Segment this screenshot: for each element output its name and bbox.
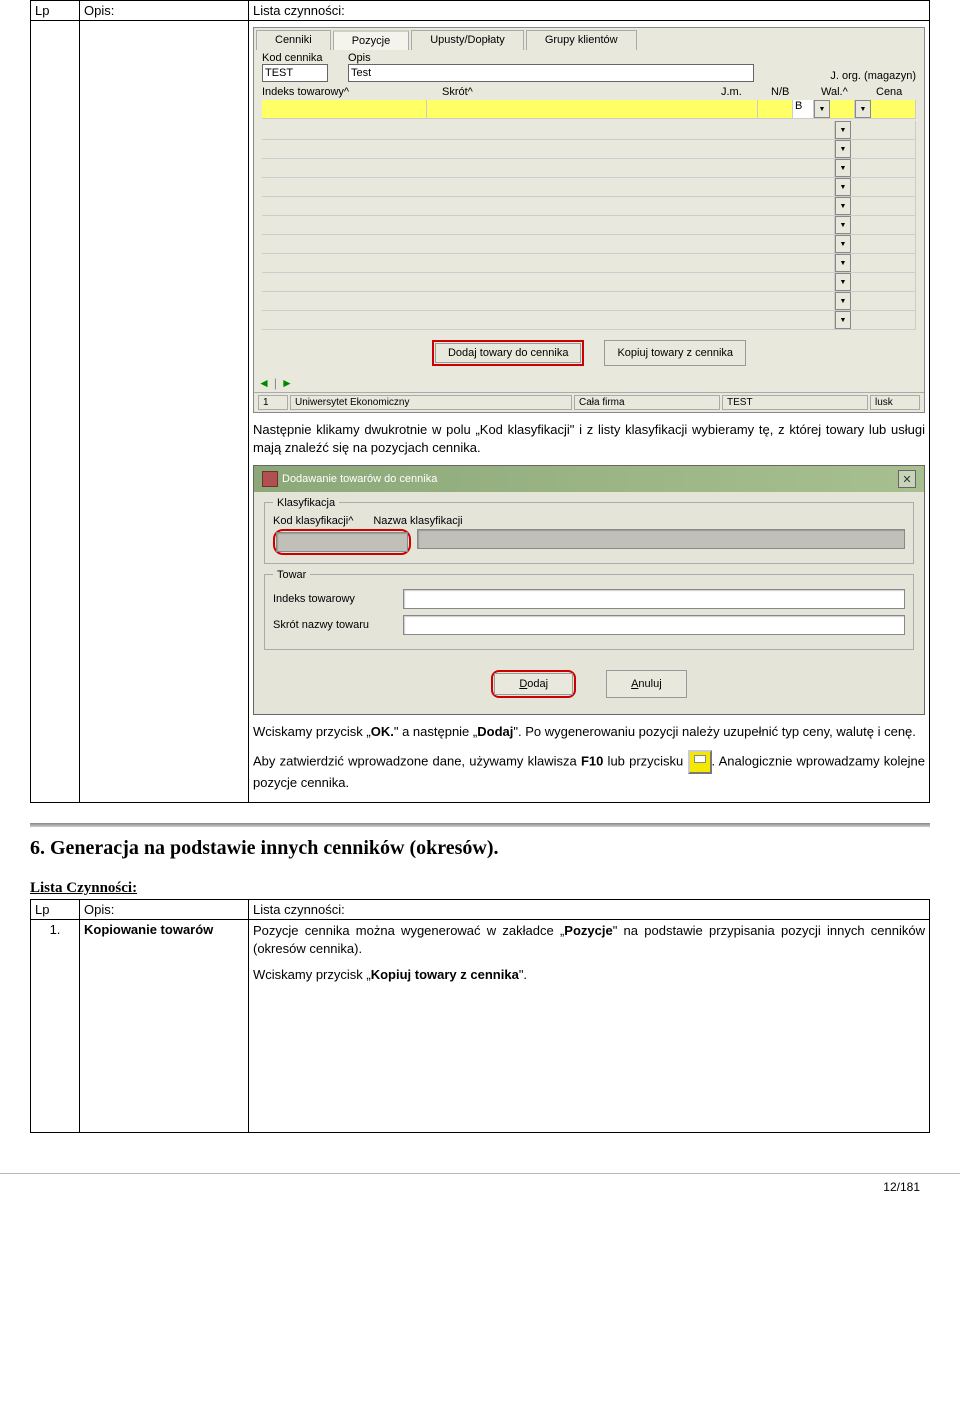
- dialog-title-text: Dodawanie towarów do cennika: [282, 473, 437, 485]
- nav-arrows: ◄ | ►: [254, 374, 924, 392]
- grid-row[interactable]: ▼: [262, 254, 916, 273]
- tab-bar: Cenniki Pozycje Upusty/Dopłaty Grupy kli…: [254, 28, 924, 50]
- status-scope: Cała firma: [574, 395, 720, 410]
- label-skrot-t: Skrót nazwy towaru: [273, 619, 393, 631]
- label-kod-klas: Kod klasyfikacji^: [273, 515, 353, 527]
- dropdown-nb[interactable]: ▼: [814, 100, 830, 118]
- section-divider: [30, 823, 930, 827]
- app-icon: [262, 471, 278, 487]
- cell-opis: [80, 21, 249, 803]
- dialog-dodawanie: Dodawanie towarów do cennika ✕ Klasyfika…: [253, 465, 925, 715]
- dropdown-icon[interactable]: ▼: [835, 254, 851, 272]
- nb-value: B: [795, 100, 802, 118]
- input-skrot-t[interactable]: [403, 615, 905, 635]
- grid-row[interactable]: ▼: [262, 235, 916, 254]
- input-kod-klas[interactable]: [276, 532, 408, 552]
- input-nazwa-klas[interactable]: [417, 529, 905, 549]
- input-opis[interactable]: [348, 64, 754, 82]
- status-firma: Uniwersytet Ekonomiczny: [290, 395, 572, 410]
- fieldset-towar: Towar Indeks towarowy Skrót nazwy towaru: [264, 574, 914, 650]
- dropdown-icon[interactable]: ▼: [835, 235, 851, 253]
- tab-pozycje[interactable]: Pozycje: [333, 30, 410, 50]
- para-f10: Aby zatwierdzić wprowadzone dane, używam…: [253, 750, 925, 792]
- label-nb: N/B: [771, 86, 801, 98]
- label-cena: Cena: [876, 86, 916, 98]
- instruction-table-2: Lp Opis: Lista czynności: 1. Kopiowanie …: [30, 899, 930, 1134]
- grid-row[interactable]: ▼: [262, 311, 916, 330]
- cell-content: Cenniki Pozycje Upusty/Dopłaty Grupy kli…: [249, 21, 930, 803]
- cell-content-2: Pozycje cennika można wygenerować w zakł…: [249, 919, 930, 1133]
- para-ok-dodaj: Wciskamy przycisk „OK." a następnie „Dod…: [253, 723, 925, 741]
- header-opis-2: Opis:: [80, 899, 249, 919]
- dialog-titlebar: Dodawanie towarów do cennika ✕: [254, 466, 924, 492]
- dropdown-icon[interactable]: ▼: [835, 292, 851, 310]
- screenshot-cennik: Cenniki Pozycje Upusty/Dopłaty Grupy kli…: [253, 27, 925, 413]
- grid-row-active[interactable]: B ▼ ▼: [262, 100, 916, 119]
- cell-lp: [31, 21, 80, 803]
- grid-row[interactable]: ▼: [262, 292, 916, 311]
- legend-towar: Towar: [273, 569, 310, 581]
- dodaj-button[interactable]: DDodajodaj: [494, 673, 573, 695]
- header-lp-2: Lp: [31, 899, 80, 919]
- nav-prev-icon[interactable]: ◄: [258, 376, 270, 390]
- header-opis: Opis:: [80, 1, 249, 21]
- label-jm: J.m.: [721, 86, 751, 98]
- lista-czynnosci-heading: Lista Czynności:: [30, 880, 930, 897]
- label-jorg: J. org. (magazyn): [830, 70, 916, 82]
- dropdown-icon[interactable]: ▼: [835, 311, 851, 329]
- tab-upusty[interactable]: Upusty/Dopłaty: [411, 30, 524, 50]
- kopiuj-towary-button[interactable]: Kopiuj towary z cennika: [604, 340, 746, 366]
- dodaj-towary-button[interactable]: Dodaj towary do cennika: [435, 343, 581, 363]
- input-indeks-t[interactable]: [403, 589, 905, 609]
- grid-row[interactable]: ▼: [262, 273, 916, 292]
- section-6-heading: 6. Generacja na podstawie innych cennikó…: [30, 837, 930, 860]
- label-wal: Wal.^: [821, 86, 856, 98]
- tab-grupy[interactable]: Grupy klientów: [526, 30, 637, 50]
- highlight-oval: [273, 529, 411, 555]
- grid-row[interactable]: ▼: [262, 216, 916, 235]
- dropdown-icon[interactable]: ▼: [835, 121, 851, 139]
- grid-row[interactable]: ▼: [262, 159, 916, 178]
- cell-opis-kopiowanie: Kopiowanie towarów: [80, 919, 249, 1133]
- grid-row[interactable]: ▼: [262, 197, 916, 216]
- label-indeks-t: Indeks towarowy: [273, 593, 393, 605]
- status-user: lusk: [870, 395, 920, 410]
- dropdown-wal[interactable]: ▼: [855, 100, 871, 118]
- dropdown-icon[interactable]: ▼: [835, 197, 851, 215]
- grid-row[interactable]: ▼: [262, 178, 916, 197]
- label-opis: Opis: [348, 52, 754, 64]
- nav-sep: |: [274, 376, 277, 390]
- cell-lp-1: 1.: [31, 919, 80, 1133]
- dropdown-icon[interactable]: ▼: [835, 273, 851, 291]
- dropdown-icon[interactable]: ▼: [835, 140, 851, 158]
- legend-klasyfikacja: Klasyfikacja: [273, 497, 339, 509]
- input-kod-cennika[interactable]: [262, 64, 328, 82]
- para-klikamy: Następnie klikamy dwukrotnie w polu „Kod…: [253, 421, 925, 457]
- label-skrot: Skrót^: [442, 86, 701, 98]
- page-footer: 12/181: [0, 1173, 960, 1200]
- highlight-box: Dodaj towary do cennika: [432, 340, 584, 366]
- header-lp: Lp: [31, 1, 80, 21]
- status-count: 1: [258, 395, 288, 410]
- dropdown-icon[interactable]: ▼: [835, 216, 851, 234]
- grid-row[interactable]: ▼: [262, 121, 916, 140]
- status-test: TEST: [722, 395, 868, 410]
- anuluj-button[interactable]: Anuluj: [606, 670, 687, 698]
- instruction-table-1: Lp Opis: Lista czynności: Cenniki Pozycj…: [30, 0, 930, 803]
- dropdown-icon[interactable]: ▼: [835, 178, 851, 196]
- label-nazwa-klas: Nazwa klasyfikacji: [373, 515, 462, 527]
- dropdown-icon[interactable]: ▼: [835, 159, 851, 177]
- header-lista-2: Lista czynności:: [249, 899, 930, 919]
- tab-cenniki[interactable]: Cenniki: [256, 30, 331, 50]
- fieldset-klasyfikacja: Klasyfikacja Kod klasyfikacji^ Nazwa kla…: [264, 502, 914, 564]
- save-icon: [688, 750, 712, 774]
- highlight-dodaj: DDodajodaj: [491, 670, 576, 698]
- grid-row[interactable]: ▼: [262, 140, 916, 159]
- close-icon[interactable]: ✕: [898, 470, 916, 488]
- label-indeks: Indeks towarowy^: [262, 86, 422, 98]
- header-lista: Lista czynności:: [249, 1, 930, 21]
- nav-next-icon[interactable]: ►: [281, 376, 293, 390]
- label-kod-cennika: Kod cennika: [262, 52, 328, 64]
